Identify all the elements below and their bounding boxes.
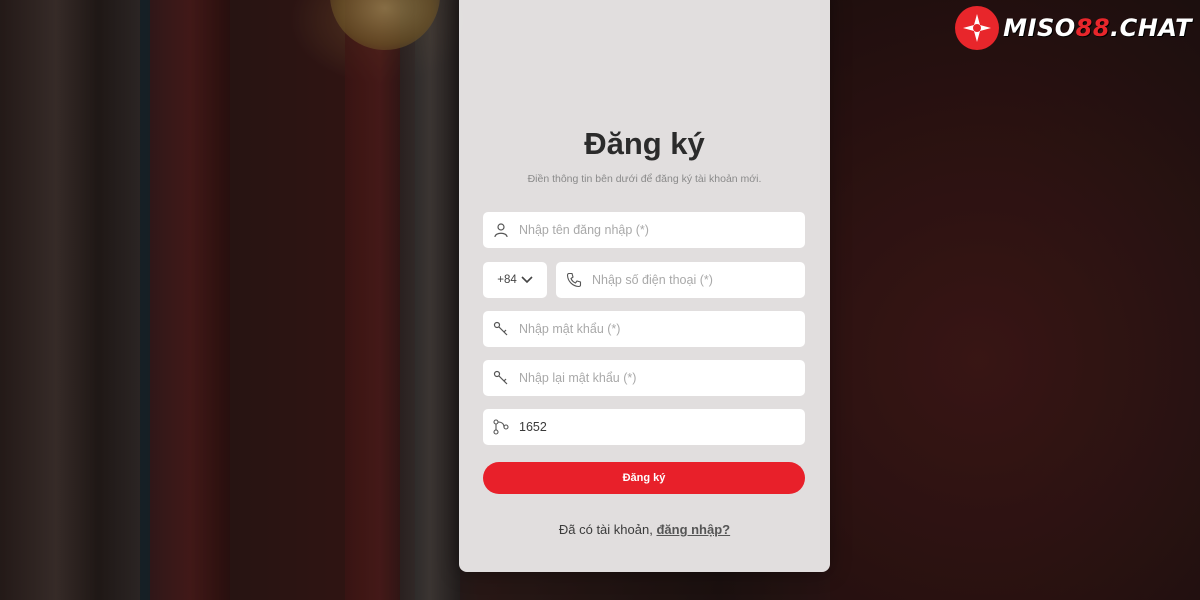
confirm-password-placeholder: Nhập lại mật khẩu (*) [519,371,637,385]
country-code-select[interactable]: +84 [483,262,547,298]
chevron-down-icon [521,276,533,284]
page-subtitle: Điền thông tin bên dưới để đăng ký tài k… [527,173,762,185]
logo-text-tld: .CHAT [1110,14,1192,42]
phone-placeholder: Nhập số điện thoại (*) [592,273,713,287]
login-prompt: Đã có tài khoản, đăng nhập? [459,522,830,537]
captcha-icon [493,419,509,435]
username-field[interactable]: Nhập tên đăng nhập (*) [483,212,805,248]
key-icon [493,370,508,385]
captcha-field[interactable]: 1652 [483,409,805,445]
key-icon [493,321,508,336]
country-code-value: +84 [497,274,517,286]
register-card: Đăng ký Điền thông tin bên dưới để đăng … [459,0,830,572]
phone-field[interactable]: Nhập số điện thoại (*) [556,262,805,298]
brand-logo[interactable]: MISO88.CHAT [955,6,1192,50]
register-button[interactable]: Đăng ký [483,462,805,494]
password-field[interactable]: Nhập mật khẩu (*) [483,311,805,347]
phone-icon [566,272,582,288]
user-icon [494,223,508,238]
logo-text-number: 88 [1075,14,1111,42]
page-title: Đăng ký [584,126,705,161]
password-placeholder: Nhập mật khẩu (*) [519,322,621,336]
logo-wordmark: MISO88.CHAT [1003,14,1192,42]
logo-text-main: MISO [1003,14,1076,42]
login-link[interactable]: đăng nhập? [656,522,730,537]
captcha-value: 1652 [519,420,547,434]
confirm-password-field[interactable]: Nhập lại mật khẩu (*) [483,360,805,396]
background-scene: MISO88.CHAT Đăng ký Điền thông tin bên d… [0,0,1200,600]
logo-star-icon [955,6,1000,50]
login-prompt-text: Đã có tài khoản, [558,522,653,537]
username-placeholder: Nhập tên đăng nhập (*) [519,223,649,237]
